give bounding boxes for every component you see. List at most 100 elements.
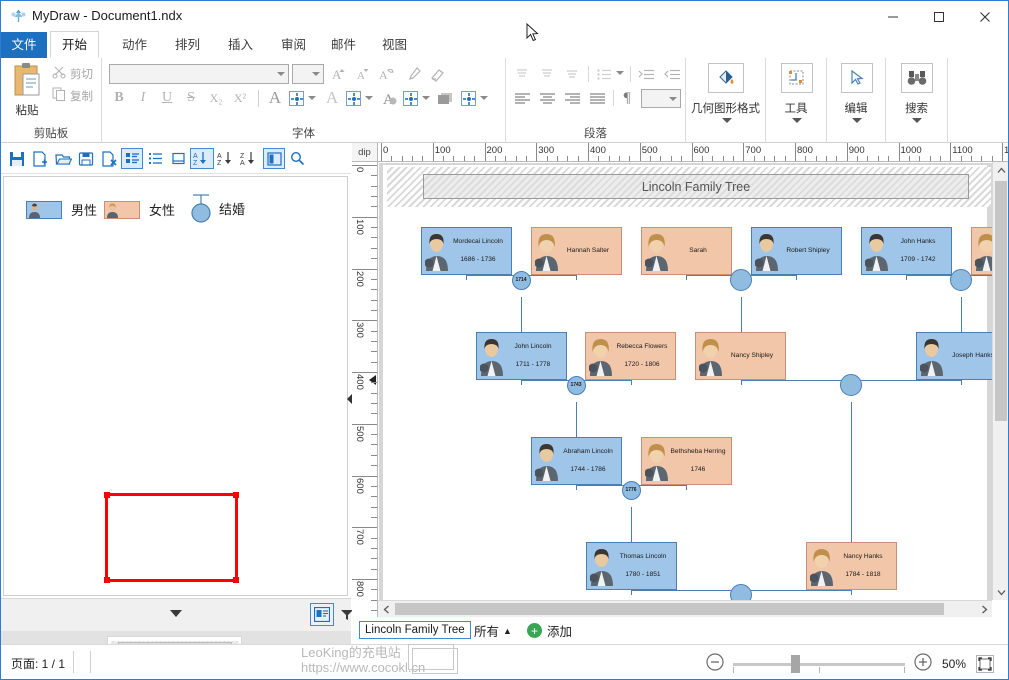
horizontal-scroll-thumb[interactable] xyxy=(395,603,944,615)
diagram-title-shape[interactable]: Lincoln Family Tree xyxy=(423,174,969,199)
zoom-in-icon[interactable] xyxy=(914,653,932,674)
maximize-button[interactable] xyxy=(916,1,962,32)
align-bottom-button[interactable] xyxy=(561,64,583,84)
resize-handle-ne[interactable] xyxy=(233,492,239,498)
family-node[interactable]: Sarah xyxy=(641,227,732,275)
delete-icon[interactable] xyxy=(98,148,120,169)
scroll-right-arrow[interactable] xyxy=(976,601,992,617)
save-as-icon[interactable] xyxy=(75,148,97,169)
sort-az-icon[interactable]: AZ xyxy=(190,148,214,169)
search-dropdown[interactable] xyxy=(912,118,922,123)
marriage-node[interactable] xyxy=(730,584,752,600)
marriage-node[interactable] xyxy=(730,269,752,291)
canvas-viewport[interactable]: Lincoln Family Tree Mordecai Lincoln 168… xyxy=(379,163,992,600)
save-icon[interactable] xyxy=(6,148,28,169)
cut-button[interactable]: 剪切 xyxy=(52,65,93,82)
grow-font-button[interactable]: A xyxy=(328,64,350,84)
font-color-dropdown[interactable] xyxy=(307,93,317,103)
detail-view-icon[interactable] xyxy=(167,148,189,169)
family-node[interactable]: Thomas Lincoln 1780 - 1851 xyxy=(586,542,677,590)
resize-handle-se[interactable] xyxy=(233,577,239,583)
shape-format-dropdown[interactable] xyxy=(722,118,732,123)
tab-file[interactable]: 文件 xyxy=(1,32,47,58)
format-painter-button[interactable] xyxy=(427,64,449,84)
align-justify-button[interactable] xyxy=(586,88,608,108)
copy-button[interactable]: 复制 xyxy=(52,87,93,104)
bold-button[interactable]: B xyxy=(109,88,129,108)
panel-collapse-caret[interactable] xyxy=(170,610,182,617)
family-node[interactable]: John Hanks 1709 - 1742 xyxy=(861,227,952,275)
vertical-scroll-thumb[interactable] xyxy=(995,181,1007,421)
family-node[interactable]: Abraham Lincoln 1744 - 1786 xyxy=(531,437,622,485)
shape-format-icon-button[interactable] xyxy=(706,63,746,97)
font-size-select[interactable] xyxy=(292,64,324,84)
clear-formatting-button[interactable]: A xyxy=(376,64,398,84)
tools-dropdown[interactable] xyxy=(792,118,802,123)
scroll-down-arrow[interactable] xyxy=(993,584,1008,600)
eyedropper-button[interactable] xyxy=(403,64,425,84)
family-node[interactable]: Nancy Hanks 1784 - 1818 xyxy=(806,542,897,590)
find-icon[interactable] xyxy=(286,148,308,169)
all-sheets-button[interactable]: 所有 ▲ xyxy=(474,621,512,640)
marriage-node[interactable]: 1776 xyxy=(621,480,641,500)
scroll-up-arrow[interactable] xyxy=(993,162,1008,178)
tab-action[interactable]: 动作 xyxy=(111,32,158,58)
font-family-select[interactable] xyxy=(109,64,289,84)
superscript-button[interactable]: X² xyxy=(229,88,251,108)
align-middle-button[interactable] xyxy=(536,64,558,84)
italic-button[interactable]: I xyxy=(133,88,153,108)
legend-item-female[interactable]: 女性 xyxy=(104,200,175,219)
font-color-options-button[interactable] xyxy=(287,89,306,108)
zoom-slider-handle[interactable] xyxy=(791,654,800,673)
show-marks-button[interactable]: ¶ xyxy=(617,87,637,109)
family-node[interactable]: Nancy Shipley xyxy=(695,332,786,380)
marriage-node[interactable]: 1743 xyxy=(566,375,586,395)
decrease-indent-button[interactable] xyxy=(661,64,683,84)
family-node[interactable]: Rebecca Flowers 1720 - 1806 xyxy=(585,332,676,380)
marriage-node[interactable]: 1714 xyxy=(511,270,531,290)
add-sheet-button[interactable]: + 添加 xyxy=(527,621,572,640)
family-node[interactable]: Bethsheba Herring 1746 xyxy=(641,437,732,485)
tab-mail[interactable]: 邮件 xyxy=(320,32,367,58)
panel-icon[interactable] xyxy=(263,148,285,169)
resize-handle-nw[interactable] xyxy=(104,492,110,498)
resize-handle-sw[interactable] xyxy=(104,577,110,583)
text-style-dropdown[interactable] xyxy=(364,93,374,103)
sort-descending-icon[interactable]: ZA xyxy=(238,148,260,169)
minimize-button[interactable] xyxy=(870,1,916,32)
family-node[interactable]: Robert Shipley xyxy=(751,227,842,275)
sheet-tab-lincoln-family-tree[interactable]: Lincoln Family Tree xyxy=(359,621,471,639)
underline-button[interactable]: U xyxy=(157,88,177,108)
line-spacing-select[interactable] xyxy=(641,89,681,108)
vertical-ruler[interactable]: 0 100 200 300 400 500 600 700 800 xyxy=(352,162,378,617)
scroll-left-arrow[interactable] xyxy=(378,601,394,617)
align-center-button[interactable] xyxy=(536,88,558,108)
subscript-button[interactable]: X₂ xyxy=(205,88,227,108)
canvas-horizontal-scrollbar[interactable] xyxy=(378,600,992,617)
thumbnail-view-icon[interactable] xyxy=(310,603,334,626)
tab-review[interactable]: 审阅 xyxy=(270,32,317,58)
shadow-dropdown[interactable] xyxy=(479,93,489,103)
family-node[interactable]: John Lincoln 1711 - 1778 xyxy=(476,332,567,380)
family-node[interactable]: Hannah Salter xyxy=(531,227,622,275)
family-node[interactable]: Sarah xyxy=(971,227,992,275)
zoom-out-icon[interactable] xyxy=(706,653,724,674)
increase-indent-button[interactable] xyxy=(635,64,657,84)
edit-icon-button[interactable] xyxy=(840,63,874,97)
tab-insert[interactable]: 插入 xyxy=(217,32,264,58)
tools-icon-button[interactable] xyxy=(780,63,814,97)
align-right-button[interactable] xyxy=(561,88,583,108)
sort-ascending-icon[interactable]: AZ xyxy=(215,148,237,169)
marriage-node[interactable] xyxy=(950,269,972,291)
page-surface[interactable]: Lincoln Family Tree Mordecai Lincoln 168… xyxy=(383,165,992,600)
search-icon-button[interactable] xyxy=(900,63,934,97)
text-style-button[interactable]: A xyxy=(321,87,343,109)
new-icon[interactable] xyxy=(29,148,51,169)
align-left-button[interactable] xyxy=(511,88,533,108)
family-node[interactable]: Mordecai Lincoln 1686 - 1736 xyxy=(421,227,512,275)
tab-home[interactable]: 开始 xyxy=(50,31,100,58)
family-node[interactable]: Joseph Hanks xyxy=(916,332,992,380)
edit-dropdown[interactable] xyxy=(852,118,862,123)
text-fill-button[interactable]: A xyxy=(378,87,400,109)
close-button[interactable] xyxy=(962,1,1008,32)
